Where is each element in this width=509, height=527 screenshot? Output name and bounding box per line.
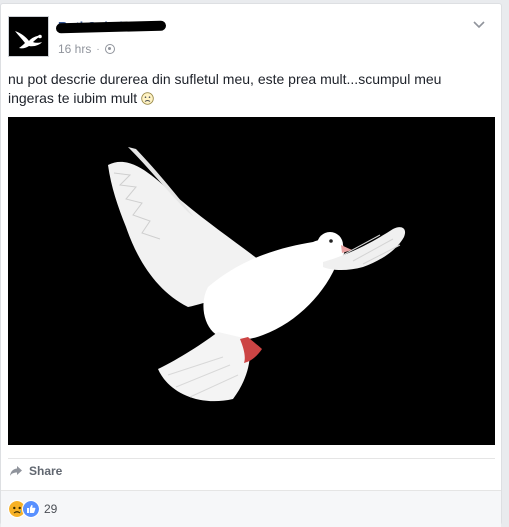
- meta-separator: ·: [96, 43, 100, 55]
- globe-icon[interactable]: [104, 44, 115, 54]
- share-label: Share: [29, 464, 63, 478]
- reactions-bar: 29: [1, 490, 501, 527]
- white-dove-image: [8, 117, 495, 445]
- reaction-count[interactable]: 29: [44, 502, 57, 516]
- chevron-down-icon[interactable]: [472, 20, 486, 30]
- post-card: Ruti Cobalmu 16 hrs · nu pot descrie dur…: [0, 3, 502, 527]
- post-timestamp[interactable]: 16 hrs: [58, 42, 91, 56]
- post-text: nu pot descrie durerea din sufletul meu,…: [8, 70, 483, 108]
- dove-avatar-image: [9, 17, 48, 56]
- post-header: Ruti Cobalmu 16 hrs ·: [8, 16, 488, 60]
- action-divider: [8, 458, 495, 459]
- reactions-summary[interactable]: 29: [8, 500, 57, 518]
- sad-face-emoji-icon: [141, 92, 154, 105]
- share-arrow-icon: [10, 466, 22, 476]
- post-meta: 16 hrs ·: [58, 42, 115, 56]
- avatar[interactable]: [8, 16, 49, 57]
- share-button[interactable]: Share: [9, 464, 62, 478]
- like-icon[interactable]: [22, 500, 40, 518]
- post-photo[interactable]: [8, 117, 495, 445]
- name-redaction-mark: [55, 20, 167, 34]
- post-body: nu pot descrie durerea din sufletul meu,…: [8, 71, 442, 106]
